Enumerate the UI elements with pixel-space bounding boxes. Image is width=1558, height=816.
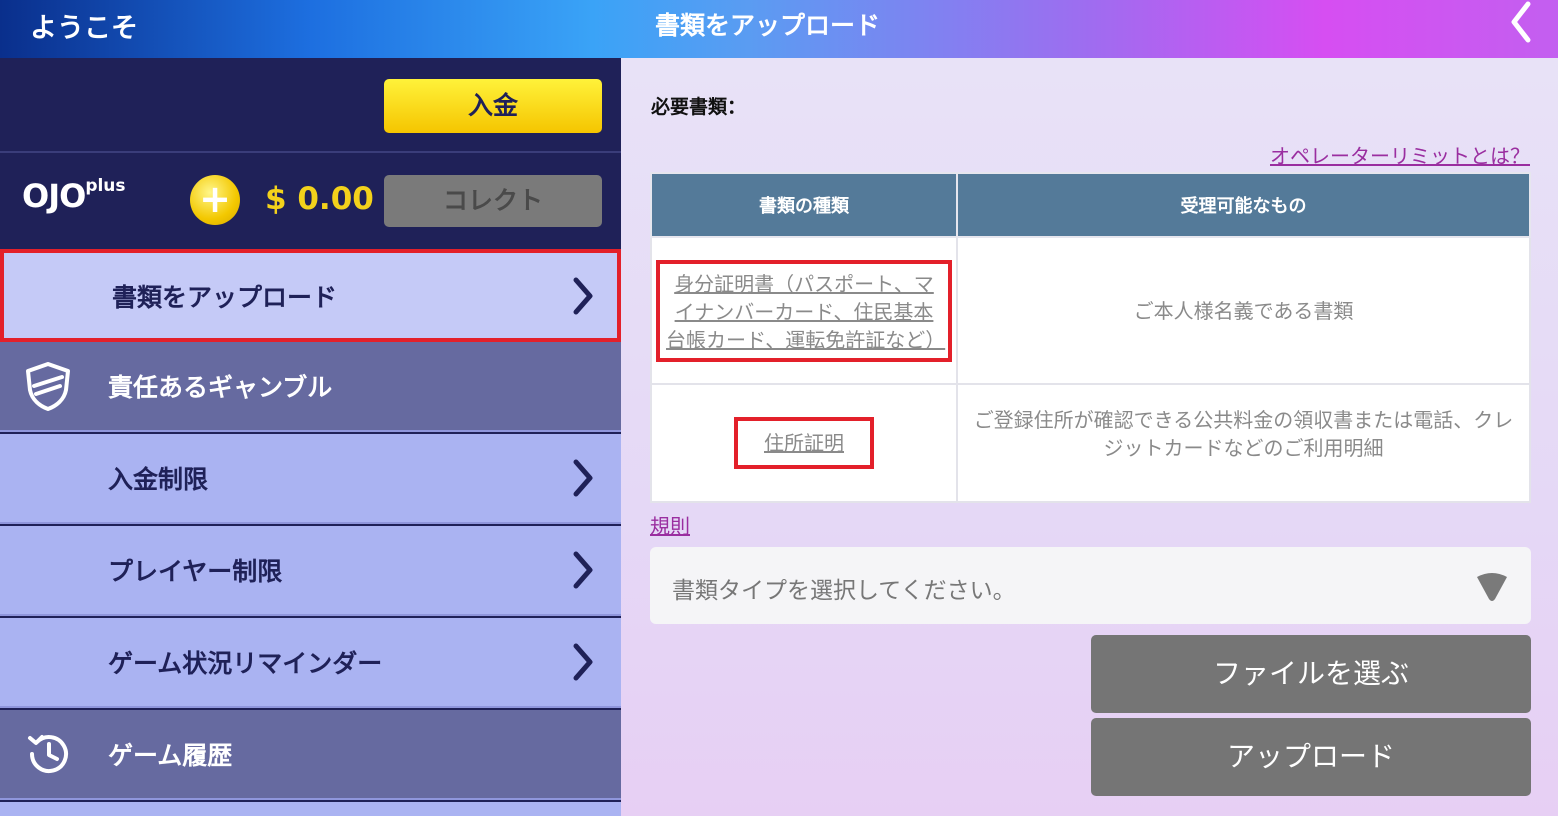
accepted-text: ご本人様名義である書類 [1133, 298, 1354, 323]
sidebar-item-label: ゲーム状況リマインダー [108, 649, 383, 678]
sidebar: 入金 OJOplus + $ 0.00 コレクト 書類をアップロード 責任あるギ… [0, 58, 621, 816]
table-row: 住所証明 ご登録住所が確認できる公共料金の領収書または電話、クレジットカードなど… [650, 383, 1531, 503]
column-header: 受理可能なもの [956, 172, 1531, 238]
coin-icon: + [190, 175, 240, 225]
accepted-text: ご登録住所が確認できる公共料金の領収書または電話、クレジットカードなどのご利用明… [973, 408, 1514, 460]
select-placeholder: 書類タイプを選択してください。 [672, 578, 1016, 604]
table-cell: ご本人様名義である書類 [956, 236, 1531, 385]
sidebar-next-item [0, 802, 621, 816]
chevron-right-icon [573, 277, 593, 314]
upload-panel: 必要書類： オペレーターリミットとは？ 書類の種類 受理可能なもの 身分証明書（… [621, 58, 1558, 816]
sidebar-item-game-history[interactable]: ゲーム履歴 [0, 710, 621, 800]
sidebar-item-responsible-gambling[interactable]: 責任あるギャンブル [0, 342, 621, 432]
highlight-box: 身分証明書（パスポート、マイナンバーカード、住民基本台帳カード、運転免許証など） [656, 259, 952, 362]
sidebar-item-reality-check[interactable]: ゲーム状況リマインダー [0, 618, 621, 708]
chevron-left-icon [1511, 1, 1531, 43]
id-document-link[interactable]: 身分証明書（パスポート、マイナンバーカード、住民基本台帳カード、運転免許証など） [666, 270, 945, 354]
choose-file-button[interactable]: ファイルを選ぶ [1091, 635, 1531, 713]
deposit-button[interactable]: 入金 [384, 79, 602, 133]
sidebar-item-label: ゲーム履歴 [108, 741, 233, 770]
operator-limit-link[interactable]: オペレーターリミットとは？ [1270, 140, 1530, 169]
upload-button[interactable]: アップロード [1091, 718, 1531, 796]
sidebar-item-label: 書類をアップロード [112, 282, 338, 312]
sidebar-item-label: 責任あるギャンブル [108, 373, 333, 402]
table-cell: 住所証明 [650, 383, 958, 503]
required-docs-label: 必要書類： [651, 96, 747, 118]
ojo-plus-logo: OJOplus [22, 176, 126, 215]
column-header: 書類の種類 [650, 172, 958, 238]
back-button[interactable] [1500, 0, 1550, 44]
documents-table: 書類の種類 受理可能なもの 身分証明書（パスポート、マイナンバーカード、住民基本… [650, 172, 1531, 503]
chevron-right-icon [573, 643, 593, 681]
document-type-select[interactable]: 書類タイプを選択してください。 [650, 547, 1531, 624]
rules-link[interactable]: 規則 [650, 510, 690, 539]
table-header-row: 書類の種類 受理可能なもの [650, 172, 1531, 238]
shield-icon [26, 362, 70, 411]
table-cell: ご登録住所が確認できる公共料金の領収書または電話、クレジットカードなどのご利用明… [956, 383, 1531, 503]
highlight-box: 住所証明 [734, 417, 874, 469]
wallet-row: OJOplus + $ 0.00 コレクト [0, 155, 621, 247]
address-proof-link[interactable]: 住所証明 [764, 429, 844, 457]
history-icon [28, 735, 68, 774]
sidebar-item-player-limit[interactable]: プレイヤー制限 [0, 526, 621, 616]
sidebar-item-deposit-limit[interactable]: 入金制限 [0, 434, 621, 524]
sidebar-item-label: 入金制限 [108, 465, 209, 494]
app-header: ようこそ 書類をアップロード [0, 0, 1558, 58]
collect-button[interactable]: コレクト [384, 175, 602, 227]
table-cell: 身分証明書（パスポート、マイナンバーカード、住民基本台帳カード、運転免許証など） [650, 236, 958, 385]
sidebar-item-upload-documents[interactable]: 書類をアップロード [0, 249, 621, 342]
chevron-right-icon [573, 459, 593, 497]
table-row: 身分証明書（パスポート、マイナンバーカード、住民基本台帳カード、運転免許証など）… [650, 236, 1531, 385]
deposit-row: 入金 [0, 58, 621, 153]
balance-amount: $ 0.00 [265, 181, 374, 217]
dropdown-arrow-icon [1477, 573, 1507, 601]
welcome-text: ようこそ [30, 13, 138, 44]
page-title: 書類をアップロード [655, 11, 881, 40]
chevron-right-icon [573, 551, 593, 589]
sidebar-item-label: プレイヤー制限 [108, 557, 283, 586]
